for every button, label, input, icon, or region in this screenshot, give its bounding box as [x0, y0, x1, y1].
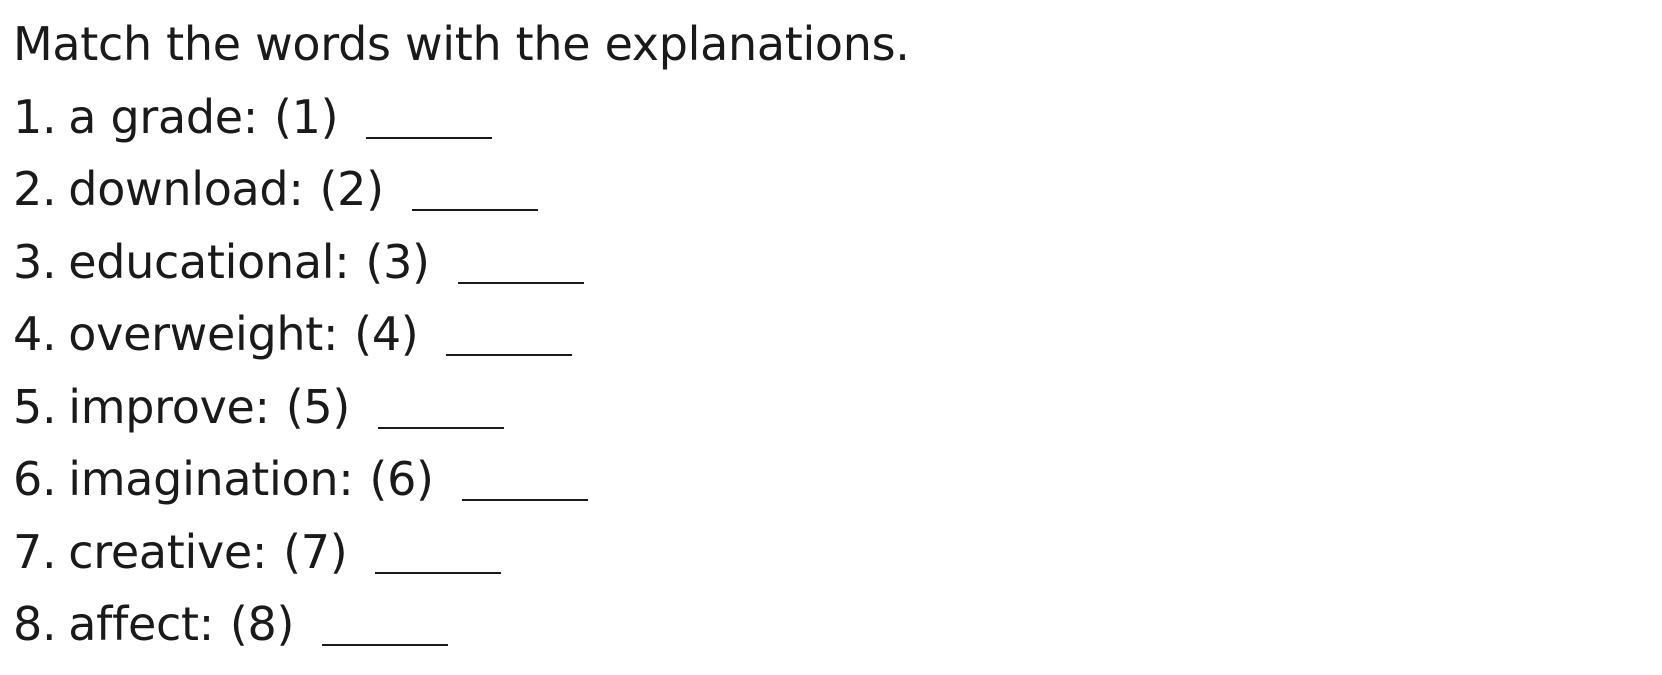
list-item: 4. overweight: (4): [13, 298, 1662, 371]
list-item: 3. educational: (3): [13, 226, 1662, 299]
list-item: 6. imagination: (6): [13, 443, 1662, 516]
list-item: 8. affect: (8): [13, 588, 1662, 661]
blank-label: (8): [229, 597, 295, 651]
blank-label: (1): [274, 89, 339, 144]
answer-blank[interactable]: [446, 354, 573, 356]
answer-blank[interactable]: [457, 281, 584, 284]
blank-label: (5): [285, 379, 351, 434]
item-number: 2.: [13, 162, 57, 216]
item-list: 1. a grade: (1) 2. download: (2) 3. educational…: [13, 81, 1662, 661]
answer-blank[interactable]: [366, 136, 493, 139]
item-word: a grade:: [68, 89, 259, 144]
item-word: creative:: [68, 524, 268, 579]
answer-blank[interactable]: [461, 499, 588, 501]
list-item: 1. a grade: (1): [13, 81, 1662, 154]
item-word: imagination:: [68, 452, 354, 506]
list-item: 2. download: (2): [13, 153, 1662, 226]
blank-label: (2): [319, 162, 385, 216]
item-number: 8.: [13, 597, 57, 651]
item-word: overweight:: [68, 307, 339, 361]
answer-blank[interactable]: [378, 426, 505, 429]
item-word: educational:: [68, 234, 350, 289]
item-number: 7.: [13, 524, 57, 579]
blank-label: (6): [369, 452, 434, 506]
list-item: 7. creative: (7): [13, 516, 1662, 589]
item-word: affect:: [68, 597, 214, 651]
blank-label: (7): [283, 524, 348, 579]
instruction: Match the words with the explanations.: [13, 17, 910, 71]
item-number: 3.: [13, 234, 57, 289]
item-word: improve:: [68, 379, 270, 434]
blank-label: (3): [365, 234, 430, 289]
list-item: 5. improve: (5): [13, 371, 1662, 444]
answer-blank[interactable]: [322, 644, 449, 646]
answer-blank[interactable]: [411, 209, 538, 211]
item-word: download:: [68, 162, 304, 216]
worksheet: Match the words with the explanations. 1…: [0, 0, 1662, 675]
item-number: 5.: [13, 379, 57, 434]
answer-blank[interactable]: [375, 571, 502, 574]
item-number: 1.: [13, 89, 57, 144]
item-number: 6.: [13, 452, 57, 506]
blank-label: (4): [354, 307, 419, 361]
item-number: 4.: [13, 307, 57, 361]
